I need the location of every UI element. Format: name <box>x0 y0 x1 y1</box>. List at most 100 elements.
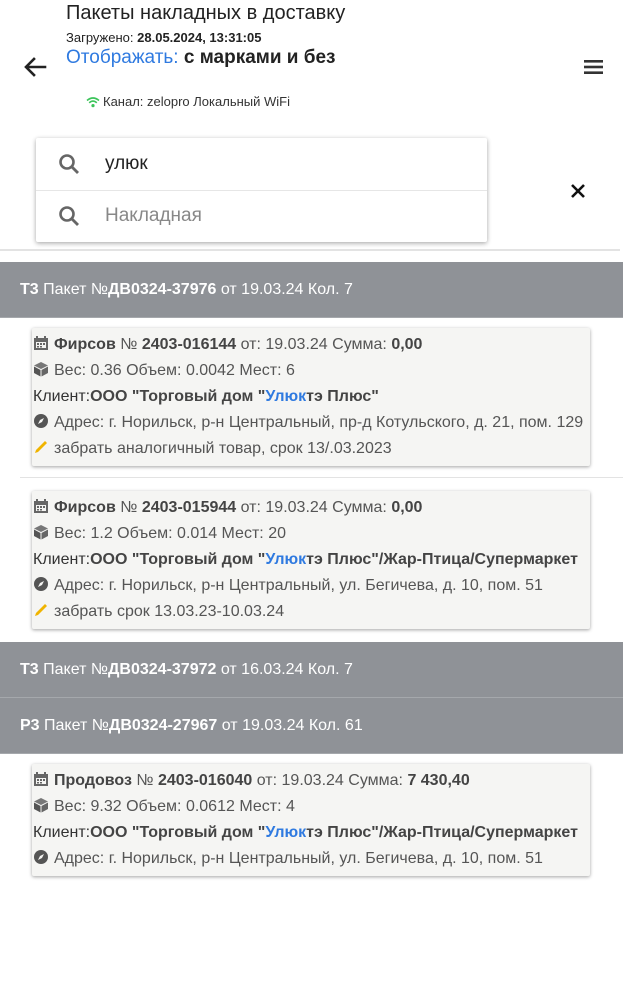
display-value: с марками и без <box>183 47 336 68</box>
invoice-card[interactable]: Фирсов № 2403-015944 от: 19.03.24 Сумма:… <box>32 491 590 629</box>
package-count-label: Кол. <box>307 661 340 678</box>
scrollbar[interactable] <box>619 262 623 317</box>
volume-label: Объем: <box>126 798 182 815</box>
compass-icon <box>34 414 48 428</box>
client-name-pre: ООО "Торговый дом " <box>90 551 266 568</box>
calendar-icon <box>34 499 48 513</box>
package-body: Фирсов № 2403-016144 от: 19.03.24 Сумма:… <box>0 318 623 642</box>
package-date-label: от <box>220 281 237 298</box>
channel-status: Канал: zelopro Локальный WiFi <box>86 94 290 109</box>
invoice-address-line: Адрес: г. Норильск, р-н Центральный, пр-… <box>33 410 589 436</box>
package-number: ДВ0324-27967 <box>108 717 218 734</box>
box-icon <box>34 798 48 813</box>
calendar-icon <box>34 772 48 786</box>
package-date-label: от <box>220 661 237 678</box>
client-name-pre: ООО "Торговый дом " <box>90 388 266 405</box>
package-count: 61 <box>344 717 363 734</box>
invoice-address: Адрес: г. Норильск, р-н Центральный, ул.… <box>54 577 543 594</box>
package-type: Р3 <box>20 717 40 734</box>
invoice-sum-label: Сумма: <box>332 336 387 353</box>
loaded-timestamp: Загружено: 28.05.2024, 13:31:05 <box>66 30 261 45</box>
invoice-number: 2403-016040 <box>157 772 253 789</box>
invoice-date: 19.03.24 <box>281 772 344 789</box>
invoice-num-label: № <box>136 772 154 789</box>
invoice-card[interactable]: Фирсов № 2403-016144 от: 19.03.24 Сумма:… <box>32 328 590 466</box>
client-name-post: тэ Плюс"/Жар-Птица/Супермаркет <box>306 551 578 568</box>
search-panel <box>36 138 487 242</box>
package-header[interactable]: Р3 Пакет №ДВ0324-27967 от 19.03.24 Кол. … <box>0 698 623 754</box>
package-count: 7 <box>344 281 353 298</box>
package-list: Т3 Пакет №ДВ0324-37976 от 19.03.24 Кол. … <box>0 262 623 889</box>
weight-label: Вес: <box>54 525 87 542</box>
pencil-icon <box>35 604 47 616</box>
client-name-post: тэ Плюс" <box>306 388 379 405</box>
invoice-places: 6 <box>285 362 295 379</box>
calendar-icon <box>34 336 48 350</box>
compass-icon <box>34 850 48 864</box>
close-icon[interactable] <box>568 181 588 201</box>
invoice-from-label: от: <box>240 499 261 516</box>
invoice-sum: 0,00 <box>391 499 423 516</box>
display-label: Отображать: <box>66 47 179 68</box>
invoice-volume: 0.0612 <box>185 798 235 815</box>
client-name-pre: ООО "Торговый дом " <box>90 824 266 841</box>
volume-label: Объем: <box>117 525 173 542</box>
invoice-volume: 0.0042 <box>185 362 235 379</box>
places-label: Мест: <box>221 525 264 542</box>
invoice-from-label: от: <box>256 772 278 789</box>
package-count-label: Кол. <box>307 281 340 298</box>
invoice-card[interactable]: Продовоз № 2403-016040 от: 19.03.24 Сумм… <box>32 764 590 876</box>
invoice-weight-line: Вес: 9.32 Объем: 0.0612 Мест: 4 <box>33 794 589 820</box>
volume-label: Объем: <box>126 362 182 379</box>
invoice-address: Адрес: г. Норильск, р-н Центральный, ул.… <box>54 850 543 867</box>
invoice-weight-line: Вес: 0.36 Объем: 0.0042 Мест: 6 <box>33 358 589 384</box>
client-label: Клиент: <box>33 551 91 568</box>
card-separator <box>20 477 623 478</box>
places-label: Мест: <box>239 798 282 815</box>
invoice-num-label: № <box>120 336 138 353</box>
loaded-value: 28.05.2024, 13:31:05 <box>137 30 262 45</box>
package-body: Продовоз № 2403-016040 от: 19.03.24 Сумм… <box>0 754 623 889</box>
invoice-num-label: № <box>120 499 138 516</box>
app-header: Пакеты накладных в доставку Загружено: 2… <box>0 0 623 125</box>
hamburger-menu-icon[interactable] <box>582 56 606 78</box>
invoice-supplier: Фирсов <box>54 336 116 353</box>
package-type: Т3 <box>20 661 39 678</box>
invoice-sum-label: Сумма: <box>348 772 403 789</box>
invoice-weight: 1.2 <box>90 525 113 542</box>
client-search-input[interactable] <box>105 153 465 175</box>
invoice-client-line: Клиент:ООО "Торговый дом "Улюктэ Плюс"/Ж… <box>33 547 589 573</box>
weight-label: Вес: <box>54 798 87 815</box>
package-header[interactable]: Т3 Пакет №ДВ0324-37972 от 16.03.24 Кол. … <box>0 642 623 698</box>
invoice-sum: 7 430,40 <box>407 772 470 789</box>
invoice-volume: 0.014 <box>177 525 218 542</box>
loaded-label: Загружено: <box>66 30 134 45</box>
package-header[interactable]: Т3 Пакет №ДВ0324-37976 от 19.03.24 Кол. … <box>0 262 623 318</box>
weight-label: Вес: <box>54 362 87 379</box>
channel-text: Канал: zelopro Локальный WiFi <box>103 94 290 109</box>
invoice-weight: 9.32 <box>90 798 122 815</box>
invoice-search-input[interactable] <box>105 205 465 227</box>
back-arrow-icon[interactable] <box>20 52 50 82</box>
package-count-label: Кол. <box>308 717 341 734</box>
invoice-number: 2403-016144 <box>141 336 237 353</box>
divider <box>0 249 620 251</box>
places-label: Мест: <box>239 362 282 379</box>
invoice-address-line: Адрес: г. Норильск, р-н Центральный, ул.… <box>33 573 589 599</box>
package-date-label: от <box>221 717 238 734</box>
invoice-from-label: от: <box>240 336 261 353</box>
invoice-sum: 0,00 <box>391 336 423 353</box>
page-title: Пакеты накладных в доставку <box>66 2 346 24</box>
client-label: Клиент: <box>33 388 91 405</box>
pencil-icon <box>35 441 47 453</box>
box-icon <box>34 525 48 540</box>
package-label: Пакет № <box>43 661 109 678</box>
invoice-address: Адрес: г. Норильск, р-н Центральный, пр-… <box>54 414 584 431</box>
invoice-places: 4 <box>285 798 295 815</box>
package-date: 19.03.24 <box>242 717 305 734</box>
display-filter[interactable]: Отображать: с марками и без <box>66 47 336 69</box>
invoice-search-row <box>36 190 487 242</box>
invoice-weight: 0.36 <box>90 362 122 379</box>
client-label: Клиент: <box>33 824 91 841</box>
compass-icon <box>34 577 48 591</box>
